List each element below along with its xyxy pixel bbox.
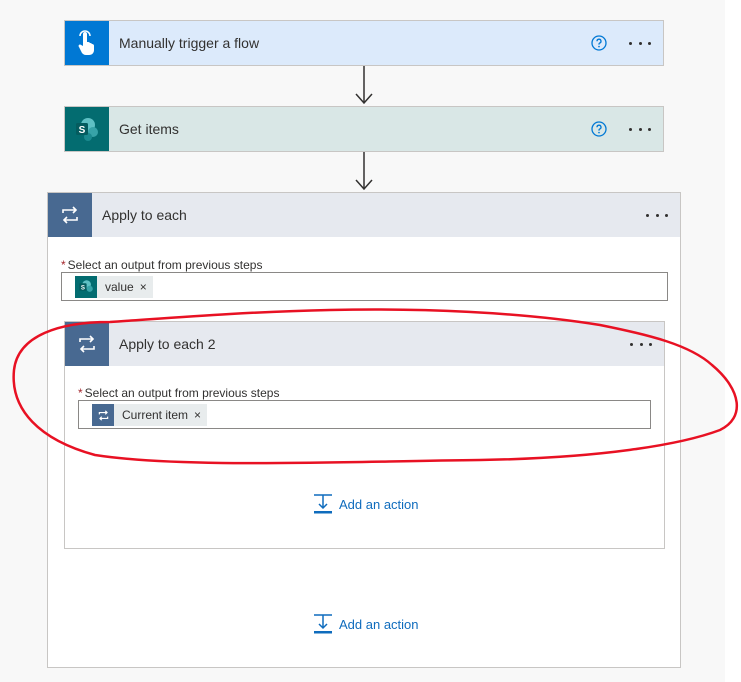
loop-icon [79,335,95,353]
more-options-button[interactable] [630,341,652,347]
token-icon-box [92,404,114,426]
add-action-button[interactable]: Add an action [313,494,419,514]
connector-arrow [355,66,373,105]
more-options-button[interactable] [629,126,651,132]
field-label-text: Select an output from previous steps [84,386,280,400]
current-item-token[interactable]: Current item × [92,404,208,426]
trigger-icon-box [65,21,109,65]
apply-to-each-header[interactable]: Apply to each [48,193,680,237]
loop-icon [98,409,108,421]
sharepoint-icon: S [76,118,98,141]
apply-to-each-title: Apply to each [102,207,187,223]
output-select-field[interactable]: Current item × [78,400,651,429]
svg-text:S: S [79,125,86,136]
get-items-icon-box: S [65,107,109,151]
required-marker: * [61,258,66,272]
get-items-title: Get items [119,121,179,137]
trigger-title: Manually trigger a flow [119,35,260,51]
apply-to-each-container: Apply to each * Select an output from pre… [47,192,681,668]
add-action-icon [314,494,332,514]
remove-token-button[interactable]: × [140,280,153,294]
loop-icon [62,206,78,224]
more-options-button[interactable] [646,212,668,218]
help-icon[interactable] [591,35,607,51]
canvas-scroll-strip [725,0,741,682]
token-label: Current item [122,408,189,422]
apply-to-each-2-title: Apply to each 2 [119,336,216,352]
remove-token-button[interactable]: × [194,408,207,422]
help-icon[interactable] [591,121,607,137]
add-action-icon [314,614,332,634]
field-label: * Select an output from previous steps [61,258,262,272]
add-action-label: Add an action [339,496,419,512]
trigger-card[interactable]: Manually trigger a flow [64,20,664,66]
output-select-field[interactable]: S value × [61,272,668,301]
connector-arrow [355,152,373,191]
add-action-label: Add an action [339,616,419,632]
token-icon-box: S [75,276,97,298]
loop-icon-box [65,322,109,366]
apply-to-each-2-container: Apply to each 2 * Select an output from p… [64,321,665,549]
more-options-button[interactable] [629,40,651,46]
get-items-card[interactable]: S Get items [64,106,664,152]
token-label: value [105,280,134,294]
svg-text:S: S [81,284,85,291]
loop-icon-box [48,193,92,237]
touch-hand-icon [78,30,94,55]
required-marker: * [78,386,83,400]
add-action-button[interactable]: Add an action [313,614,419,634]
field-label: * Select an output from previous steps [78,386,279,400]
field-label-text: Select an output from previous steps [67,258,263,272]
sharepoint-icon: S [79,280,93,292]
apply-to-each-2-header[interactable]: Apply to each 2 [65,322,664,366]
value-token[interactable]: S value × [75,276,153,298]
